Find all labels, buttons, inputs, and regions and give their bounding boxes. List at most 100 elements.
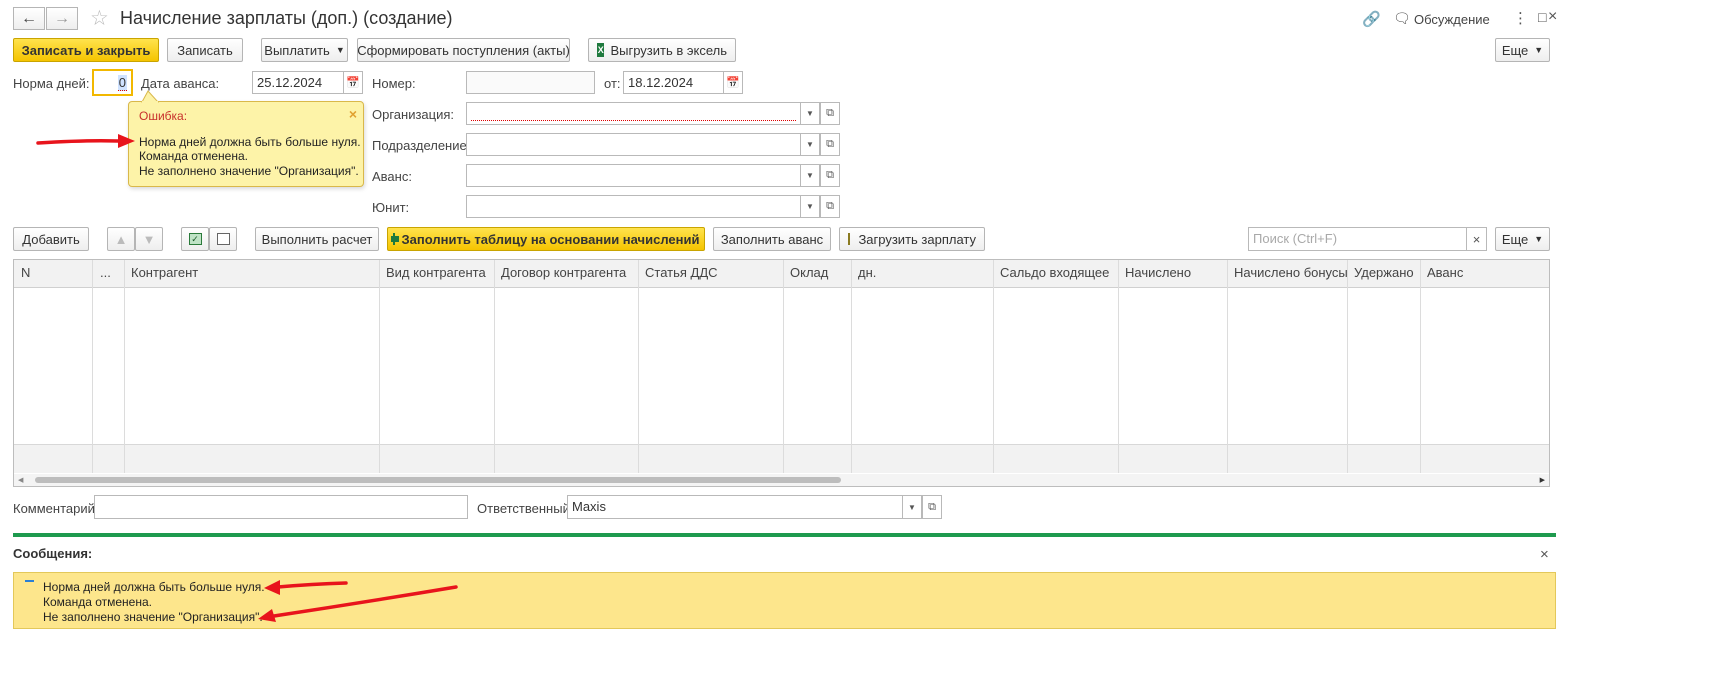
- responsible-input[interactable]: Maxis: [567, 495, 903, 519]
- chevron-down-icon[interactable]: ▼: [800, 133, 820, 156]
- check-all-icon: ✓: [188, 233, 202, 245]
- caret-down-icon: ▼: [1534, 234, 1544, 244]
- add-button[interactable]: Добавить: [13, 227, 89, 251]
- export-excel-button[interactable]: X Выгрузить в эксель: [588, 38, 736, 62]
- table-footer-row: [14, 444, 1549, 473]
- close-icon[interactable]: ×: [349, 106, 357, 122]
- open-icon[interactable]: ⧉: [820, 164, 840, 187]
- maximize-icon[interactable]: □: [1538, 9, 1546, 25]
- comment-label: Комментарий:: [13, 501, 99, 516]
- fill-advance-button[interactable]: Заполнить аванс: [713, 227, 831, 251]
- norm-days-input[interactable]: 0: [92, 69, 133, 96]
- forward-button[interactable]: →: [46, 7, 78, 30]
- message-line[interactable]: Команда отменена.: [43, 595, 152, 609]
- open-icon[interactable]: ⧉: [820, 102, 840, 125]
- error-title: Ошибка:: [139, 109, 188, 123]
- horizontal-scrollbar[interactable]: ◀ ▶: [14, 474, 1549, 486]
- scroll-left-icon[interactable]: ◀: [18, 476, 23, 484]
- organization-input[interactable]: [466, 102, 801, 125]
- advance-input[interactable]: [466, 164, 801, 187]
- column-header[interactable]: Вид контрагента: [380, 260, 494, 287]
- caret-down-icon: ▼: [1534, 45, 1544, 55]
- error-line: Норма дней должна быть больше нуля.: [139, 135, 361, 149]
- red-arrow-annotation: [258, 585, 458, 622]
- clear-search-icon[interactable]: ×: [1466, 227, 1487, 251]
- discussion-link[interactable]: Обсуждение: [1414, 12, 1490, 27]
- number-input[interactable]: [466, 71, 595, 94]
- error-line: Не заполнено значение "Организация".: [139, 164, 359, 178]
- more-vertical-icon[interactable]: ⋮: [1513, 9, 1528, 27]
- comment-input[interactable]: [94, 495, 468, 519]
- messages-separator: [13, 533, 1556, 537]
- column-header[interactable]: Аванс: [1421, 260, 1521, 287]
- column-header[interactable]: Договор контрагента: [495, 260, 638, 287]
- load-salary-label: Загрузить зарплату: [858, 231, 976, 247]
- open-icon[interactable]: ⧉: [820, 133, 840, 156]
- uncheck-all-button[interactable]: [209, 227, 237, 251]
- back-button[interactable]: ←: [13, 7, 45, 30]
- arrow-right-icon: →: [54, 9, 70, 27]
- arrow-up-icon: ▲: [114, 231, 128, 247]
- scrollbar-thumb[interactable]: [35, 477, 841, 483]
- messages-title: Сообщения:: [13, 546, 93, 561]
- advance-label: Аванс:: [372, 169, 412, 184]
- open-icon[interactable]: ⧉: [922, 495, 942, 519]
- link-icon[interactable]: 🔗: [1362, 10, 1381, 28]
- unit-input[interactable]: [466, 195, 801, 218]
- move-down-button[interactable]: ▼: [135, 227, 163, 251]
- column-header[interactable]: Удержано: [1348, 260, 1420, 287]
- chevron-down-icon[interactable]: ▼: [902, 495, 922, 519]
- fill-table-button[interactable]: Заполнить таблицу на основании начислени…: [387, 227, 705, 251]
- column-header[interactable]: N: [15, 260, 92, 287]
- open-icon[interactable]: ⧉: [820, 195, 840, 218]
- chevron-down-icon[interactable]: ▼: [800, 102, 820, 125]
- column-header[interactable]: Сальдо входящее: [994, 260, 1118, 287]
- arrow-down-icon: ▼: [142, 231, 156, 247]
- pay-button[interactable]: Выплатить ▼: [261, 38, 348, 62]
- collapse-icon[interactable]: [25, 580, 34, 582]
- advance-date-label: Дата аванса:: [141, 76, 220, 91]
- column-header[interactable]: Контрагент: [125, 260, 379, 287]
- uncheck-all-icon: [216, 233, 230, 245]
- move-up-button[interactable]: ▲: [107, 227, 135, 251]
- column-header[interactable]: Начислено бонусы: [1228, 260, 1348, 287]
- department-input[interactable]: [466, 133, 801, 156]
- column-header[interactable]: Статья ДДС: [639, 260, 783, 287]
- chevron-down-icon[interactable]: ▼: [800, 164, 820, 187]
- page-title: Начисление зарплаты (доп.) (создание): [120, 8, 453, 28]
- pay-label: Выплатить: [264, 42, 330, 58]
- calendar-icon[interactable]: 📅: [723, 71, 743, 94]
- column-header[interactable]: ...: [94, 260, 124, 287]
- window-close-icon[interactable]: ×: [1548, 8, 1557, 26]
- column-header[interactable]: Оклад: [784, 260, 851, 287]
- more-button[interactable]: Еще ▼: [1495, 38, 1550, 62]
- from-date-input[interactable]: 18.12.2024: [623, 71, 725, 94]
- export-excel-label: Выгрузить в эксель: [610, 42, 727, 58]
- load-salary-button[interactable]: Загрузить зарплату: [839, 227, 985, 251]
- message-line[interactable]: Норма дней должна быть больше нуля.: [43, 580, 265, 594]
- calendar-icon[interactable]: 📅: [343, 71, 363, 94]
- advance-date-input[interactable]: 25.12.2024: [252, 71, 345, 94]
- save-and-close-button[interactable]: Записать и закрыть: [13, 38, 159, 62]
- norm-days-value: 0: [117, 75, 127, 91]
- fill-table-icon: [390, 233, 399, 245]
- check-all-button[interactable]: ✓: [181, 227, 209, 251]
- calculate-button[interactable]: Выполнить расчет: [255, 227, 379, 251]
- discussion-icon[interactable]: 🗨: [1393, 10, 1411, 27]
- column-header[interactable]: дн.: [852, 260, 993, 287]
- scroll-right-icon[interactable]: ▶: [1540, 476, 1545, 484]
- table-more-button[interactable]: Еще ▼: [1495, 227, 1550, 251]
- form-receipts-button[interactable]: Сформировать поступления (акты): [357, 38, 570, 62]
- fill-table-label: Заполнить таблицу на основании начислени…: [401, 231, 700, 247]
- popup-pointer: [141, 90, 160, 103]
- message-line[interactable]: Не заполнено значение "Организация".: [43, 610, 263, 624]
- search-input[interactable]: Поиск (Ctrl+F): [1248, 227, 1467, 251]
- star-icon[interactable]: ☆: [90, 6, 109, 31]
- chevron-down-icon[interactable]: ▼: [800, 195, 820, 218]
- responsible-label: Ответственный:: [477, 501, 574, 516]
- column-header[interactable]: Начислено: [1119, 260, 1227, 287]
- messages-panel: Норма дней должна быть больше нуля. Кома…: [13, 572, 1556, 629]
- department-label: Подразделение:: [372, 138, 471, 153]
- close-messages-icon[interactable]: ×: [1540, 546, 1549, 563]
- save-button[interactable]: Записать: [167, 38, 243, 62]
